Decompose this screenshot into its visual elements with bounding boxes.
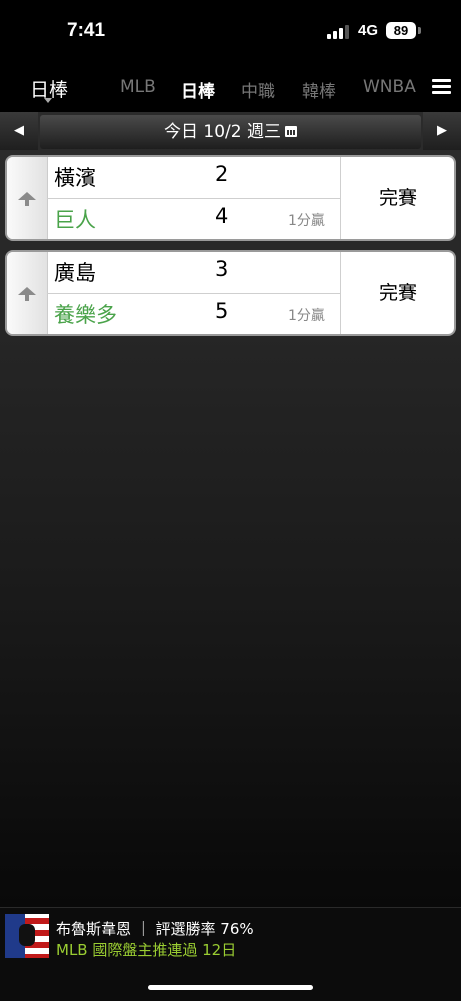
status-bar: 7:41 4G 89: [0, 0, 461, 62]
status-time: 7:41: [67, 20, 106, 41]
ad-subtitle: MLB 國際盤主推連過 12日: [56, 941, 237, 959]
away-team-row: 廣島 3: [47, 252, 340, 293]
ad-title: 布魯斯韋恩 ｜ 評選勝率 76%: [56, 920, 254, 938]
home-team-score: 5: [215, 299, 229, 323]
signal-icon: [327, 25, 351, 39]
home-indicator[interactable]: [148, 985, 313, 990]
expand-toggle[interactable]: [7, 157, 48, 239]
away-team-name: 廣島: [54, 261, 96, 285]
away-team-name: 橫濱: [54, 166, 96, 190]
home-team-name: 養樂多: [54, 303, 117, 327]
next-date-button[interactable]: ▶: [423, 112, 461, 150]
tab-npb[interactable]: 日棒: [181, 77, 215, 102]
caret-down-icon[interactable]: [44, 98, 52, 103]
away-team-score: 2: [215, 162, 229, 186]
ad-flag-icon: [5, 914, 49, 958]
tab-cpbl[interactable]: 中職: [241, 77, 275, 102]
tab-wnba[interactable]: WNBA: [363, 77, 421, 97]
result-note: 1分贏: [288, 308, 325, 324]
away-team-score: 3: [215, 257, 229, 281]
away-team-row: 橫濱 2: [47, 157, 340, 198]
home-team-name: 巨人: [54, 208, 96, 232]
prev-date-button[interactable]: ◀: [0, 112, 38, 150]
date-selector[interactable]: 今日 10/2 週三: [40, 115, 421, 149]
battery-icon: 89: [386, 22, 416, 39]
tab-kbo[interactable]: 韓棒: [302, 77, 336, 102]
home-team-score: 4: [215, 204, 229, 228]
game-card[interactable]: 廣島 3 養樂多 5 1分贏 完賽: [5, 250, 456, 336]
game-status: 完賽: [340, 252, 454, 334]
menu-icon[interactable]: [432, 79, 451, 95]
date-label: 今日 10/2 週三: [164, 122, 281, 142]
game-card[interactable]: 橫濱 2 巨人 4 1分贏 完賽: [5, 155, 456, 241]
league-tab-bar: 日棒 MLB 日棒 中職 韓棒 WNBA: [0, 62, 461, 112]
home-team-row: 養樂多 5 1分贏: [47, 293, 340, 334]
expand-arrow-icon: [18, 192, 36, 206]
home-team-row: 巨人 4 1分贏: [47, 198, 340, 239]
network-type: 4G: [358, 22, 379, 39]
battery-tip: [418, 27, 421, 34]
expand-toggle[interactable]: [7, 252, 48, 334]
result-note: 1分贏: [288, 213, 325, 229]
tab-mlb[interactable]: MLB: [120, 77, 156, 97]
calendar-icon: [284, 125, 297, 137]
date-bar: ◀ 今日 10/2 週三 ▶: [0, 112, 461, 152]
expand-arrow-icon: [18, 287, 36, 301]
game-status: 完賽: [340, 157, 454, 239]
